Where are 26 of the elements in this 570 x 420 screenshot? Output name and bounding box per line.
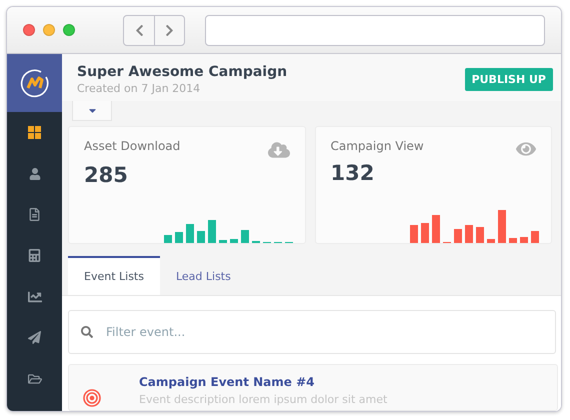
line-chart-icon <box>28 290 42 304</box>
event-title[interactable]: Campaign Event Name #4 <box>139 375 388 389</box>
campaign-title: Super Awesome Campaign <box>77 64 288 80</box>
tab[interactable]: Lead Lists <box>160 256 247 295</box>
stat-label: Asset Download <box>84 139 180 153</box>
folder-icon <box>28 372 42 386</box>
created-date: Created on 7 Jan 2014 <box>77 82 202 95</box>
stat-label: Campaign View <box>330 139 424 153</box>
document-icon <box>28 208 41 221</box>
address-field[interactable] <box>205 14 545 46</box>
stat-value: 132 <box>330 161 376 185</box>
paper-plane-icon <box>28 331 41 344</box>
close-button[interactable] <box>23 24 35 36</box>
dropdown-toggle[interactable] <box>72 101 112 121</box>
search-icon <box>81 326 93 338</box>
calculator-icon <box>28 249 41 262</box>
stat-value: 285 <box>84 163 129 187</box>
logo-icon <box>20 68 50 98</box>
tab[interactable]: Event Lists <box>68 256 160 295</box>
user-icon <box>28 168 40 180</box>
target-icon <box>83 389 101 407</box>
maximize-button[interactable] <box>63 24 75 36</box>
forward-icon <box>163 24 176 36</box>
minimize-button[interactable] <box>43 24 55 36</box>
filter-field[interactable]: Filter event... <box>68 310 556 354</box>
grid-icon <box>28 126 41 139</box>
